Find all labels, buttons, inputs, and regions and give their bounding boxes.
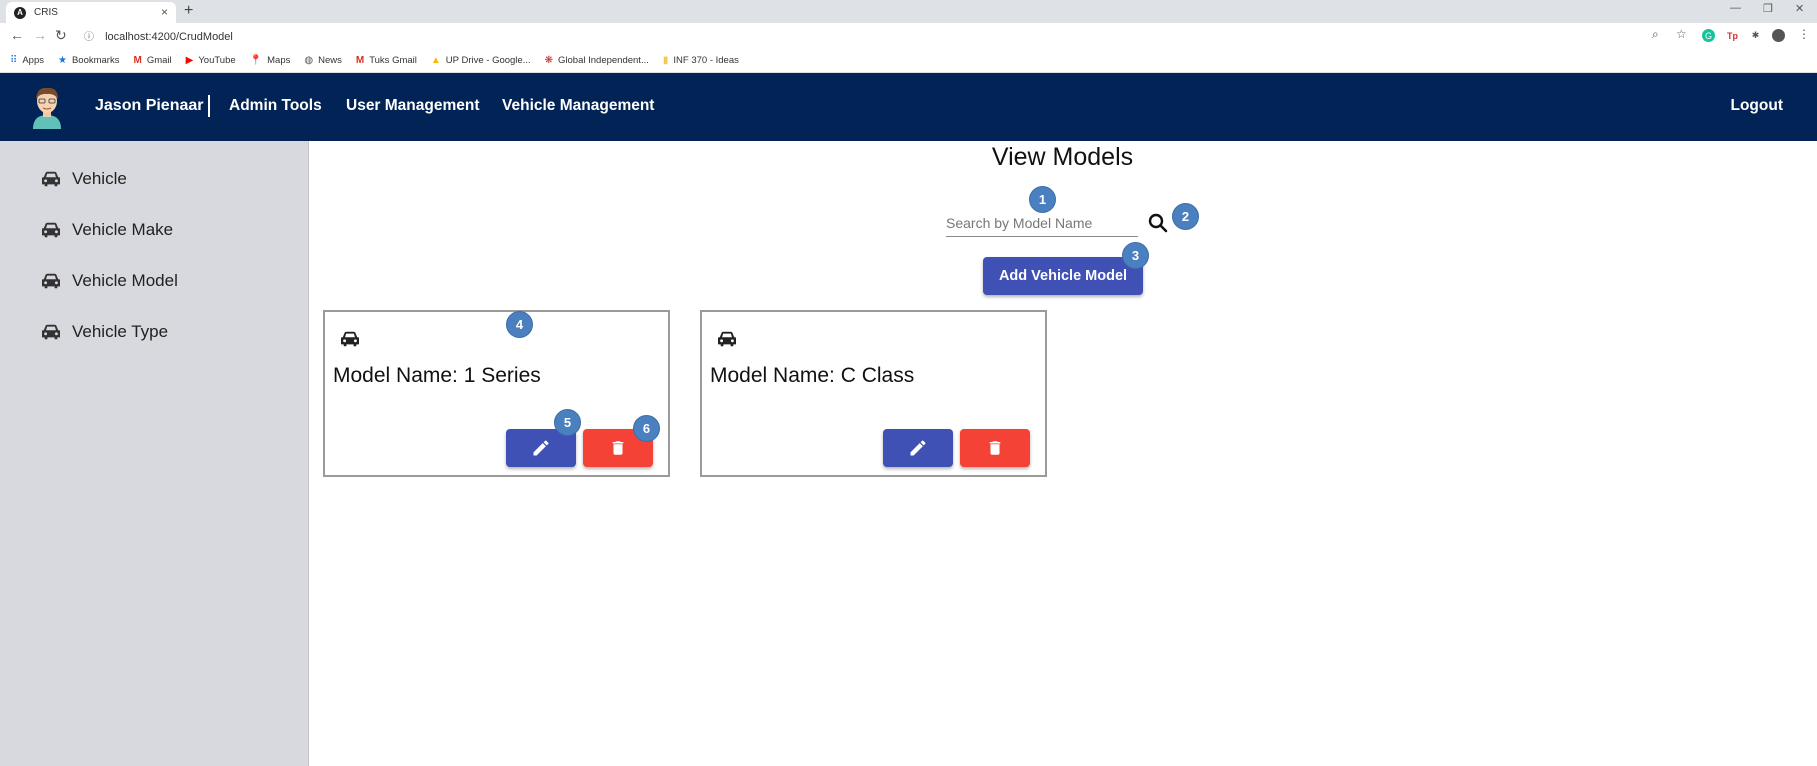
pencil-icon	[533, 440, 549, 456]
search-icon[interactable]	[1146, 211, 1170, 235]
sidebar-item-vehicle[interactable]: Vehicle	[40, 169, 127, 189]
bookmark-maps[interactable]: 📍 Maps	[250, 55, 291, 66]
info-icon: ⓘ	[84, 32, 94, 43]
user-name: Jason Pienaar	[95, 97, 204, 114]
address-bar: ← → ↻ ⓘ localhost:4200/CrudModel ⌕ ☆ G T…	[0, 23, 1817, 49]
forward-icon[interactable]: →	[33, 27, 47, 43]
nav-admin-tools[interactable]: Admin Tools	[229, 97, 322, 115]
model-card: Model Name: 1 Series	[323, 310, 670, 477]
bookmark-gmail[interactable]: M Gmail	[133, 55, 171, 66]
app-header: Jason Pienaar Admin Tools User Managemen…	[0, 73, 1817, 141]
header-divider	[208, 95, 210, 117]
nav-user-management[interactable]: User Management	[346, 97, 480, 115]
url-field[interactable]: ⓘ localhost:4200/CrudModel	[84, 28, 233, 43]
model-card-title: Model Name: C Class	[710, 364, 915, 387]
maps-pin-icon: 📍	[249, 55, 263, 66]
bookmark-news[interactable]: ◍ News	[304, 55, 342, 66]
new-tab-icon[interactable]: +	[184, 2, 193, 20]
annotation-badge: 5	[554, 409, 581, 436]
minimize-icon[interactable]: —	[1730, 2, 1741, 14]
trash-icon	[612, 441, 624, 455]
grammarly-icon[interactable]: G	[1702, 29, 1715, 42]
extensions-puzzle-icon[interactable]: ✱	[1749, 29, 1762, 42]
car-icon	[42, 171, 60, 187]
sidebar-item-vehicle-type[interactable]: Vehicle Type	[40, 322, 168, 342]
sidebar-item-label: Vehicle Type	[72, 322, 169, 341]
car-icon	[42, 324, 60, 340]
tab-title: CRIS	[34, 7, 58, 18]
bookmark-apps[interactable]: ⠿ Apps	[10, 55, 44, 66]
user-avatar	[33, 87, 61, 129]
add-vehicle-model-button[interactable]: Add Vehicle Model	[983, 257, 1143, 295]
window-close-icon[interactable]: ✕	[1795, 2, 1804, 15]
trash-icon	[989, 441, 1001, 455]
car-icon	[42, 273, 60, 289]
reload-icon[interactable]: ↻	[55, 27, 67, 44]
gmail-icon: M	[355, 55, 365, 66]
delete-button[interactable]	[960, 429, 1030, 467]
annotation-badge: 2	[1172, 203, 1199, 230]
model-card-title: Model Name: 1 Series	[333, 364, 541, 387]
car-icon	[42, 222, 60, 238]
browser-tab[interactable]: A CRIS ×	[6, 2, 176, 23]
bookmark-global-independent[interactable]: ❋ Global Independent...	[545, 55, 649, 66]
annotation-badge: 3	[1122, 242, 1149, 269]
sidebar-item-vehicle-make[interactable]: Vehicle Make	[40, 220, 173, 240]
angular-favicon-icon: A	[14, 6, 26, 19]
bookmark-youtube[interactable]: ▶ YouTube	[186, 55, 236, 66]
model-card: Model Name: C Class	[700, 310, 1047, 477]
sidebar-item-vehicle-model[interactable]: Vehicle Model	[40, 271, 178, 291]
drive-icon: ▲	[430, 55, 441, 66]
bookmark-up-drive[interactable]: ▲ UP Drive - Google...	[431, 55, 531, 66]
sidebar-item-label: Vehicle	[72, 169, 127, 188]
bookmark-inf370[interactable]: ▮ INF 370 - Ideas	[663, 55, 739, 66]
global-logo-icon: ❋	[544, 55, 554, 66]
annotation-badge: 4	[506, 311, 533, 338]
nav-vehicle-management[interactable]: Vehicle Management	[502, 97, 654, 115]
tab-close-icon[interactable]: ×	[161, 5, 168, 19]
menu-kebab-icon[interactable]: ⋮	[1798, 27, 1810, 41]
folder-icon: ▮	[662, 55, 669, 66]
sidebar: Vehicle Vehicle Make Vehicle Model Vehic…	[0, 141, 309, 766]
logout-link[interactable]: Logout	[1730, 97, 1783, 115]
search-input[interactable]	[946, 209, 1138, 237]
edit-button[interactable]	[883, 429, 953, 467]
annotation-badge: 1	[1029, 186, 1056, 213]
browser-tab-bar: A CRIS × + — ❐ ✕	[0, 0, 1817, 23]
annotation-badge: 6	[633, 415, 660, 442]
sidebar-item-label: Vehicle Model	[72, 271, 178, 290]
star-icon[interactable]: ☆	[1676, 27, 1687, 41]
sidebar-item-label: Vehicle Make	[72, 220, 174, 239]
extension-tp-icon[interactable]: Tp	[1726, 29, 1739, 42]
youtube-icon: ▶	[185, 55, 194, 66]
apps-grid-icon: ⠿	[10, 55, 18, 66]
back-icon[interactable]: ←	[10, 27, 24, 43]
zoom-icon[interactable]: ⌕	[1652, 27, 1659, 42]
pencil-icon	[910, 440, 926, 456]
bookmark-bookmarks[interactable]: ★ Bookmarks	[58, 55, 119, 66]
bookmark-tuks-gmail[interactable]: M Tuks Gmail	[356, 55, 417, 66]
url-text: localhost:4200/CrudModel	[105, 31, 233, 43]
globe-icon: ◍	[304, 55, 314, 66]
page-title: View Models	[991, 143, 1134, 171]
restore-icon[interactable]: ❐	[1763, 2, 1773, 15]
profile-avatar-icon[interactable]	[1772, 29, 1785, 42]
gmail-icon: M	[133, 55, 142, 66]
bookmarks-bar: ⠿ Apps ★ Bookmarks M Gmail ▶ YouTube 📍 Maps ◍…	[0, 49, 1817, 73]
car-icon	[341, 331, 359, 347]
car-icon	[718, 331, 736, 347]
star-icon: ★	[57, 55, 67, 66]
